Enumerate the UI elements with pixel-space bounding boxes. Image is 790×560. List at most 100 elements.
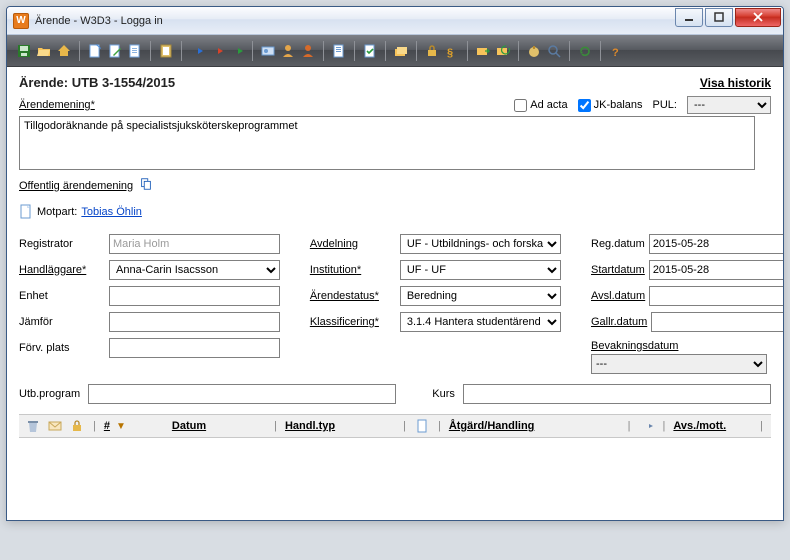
- list-icon[interactable]: [330, 42, 348, 60]
- arendemening-textarea[interactable]: Tillgodoräknande på specialistsjuksköter…: [19, 116, 755, 170]
- show-history-link[interactable]: Visa historik: [700, 76, 771, 90]
- doc-small-icon: [414, 418, 430, 434]
- window-title: Ärende - W3D3 - Logga in: [35, 15, 673, 27]
- kurs-label: Kurs: [432, 388, 455, 400]
- toolbar-sep: [354, 41, 355, 61]
- utbprogram-input[interactable]: [88, 384, 396, 404]
- ad-acta-input[interactable]: [514, 99, 527, 112]
- title-bar: W Ärende - W3D3 - Logga in: [7, 7, 783, 35]
- folders-icon[interactable]: [392, 42, 410, 60]
- toolbar-sep: [323, 41, 324, 61]
- startdatum-label: Startdatum: [591, 264, 645, 276]
- toolbar-sep: [518, 41, 519, 61]
- clipboard-icon[interactable]: [157, 42, 175, 60]
- jk-balans-input[interactable]: [578, 99, 591, 112]
- arrow-right-red-icon[interactable]: [208, 42, 226, 60]
- house-icon[interactable]: [55, 42, 73, 60]
- col-avsmott[interactable]: Avs./mott.: [673, 420, 726, 432]
- toolbar-sep: [600, 41, 601, 61]
- enhet-label: Enhet: [19, 290, 105, 302]
- maximize-button[interactable]: [705, 8, 733, 27]
- col-handltyp[interactable]: Handl.typ: [285, 420, 335, 432]
- sort-arrow-icon: ▼: [116, 421, 126, 432]
- pul-select[interactable]: ---: [687, 96, 771, 114]
- column-mid: Avdelning UF - Utbildnings- och forska In…: [310, 234, 561, 374]
- paragraph-icon[interactable]: §: [443, 42, 461, 60]
- user-card-icon[interactable]: [259, 42, 277, 60]
- lock-small-icon[interactable]: [69, 418, 85, 434]
- col-hash[interactable]: #: [104, 420, 110, 432]
- save-icon[interactable]: [15, 42, 33, 60]
- toolbar-sep: [150, 41, 151, 61]
- jk-balans-checkbox[interactable]: JK-balans: [578, 99, 643, 112]
- folder-open-icon[interactable]: [35, 42, 53, 60]
- handlaggare-label: Handläggare: [19, 264, 105, 276]
- lock-icon[interactable]: [423, 42, 441, 60]
- arendestatus-select[interactable]: Beredning: [400, 286, 561, 306]
- klassificering-label: Klassificering: [310, 316, 396, 328]
- app-icon: W: [13, 13, 29, 29]
- regdatum-label: Reg.datum: [591, 238, 645, 250]
- startdatum-input[interactable]: [649, 260, 784, 280]
- enhet-input[interactable]: [109, 286, 280, 306]
- envelope-icon[interactable]: [47, 418, 63, 434]
- folder-refresh-icon[interactable]: [494, 42, 512, 60]
- handlaggare-select[interactable]: Anna-Carin Isacsson: [109, 260, 280, 280]
- refresh-icon[interactable]: [576, 42, 594, 60]
- klassificering-select[interactable]: 3.1.4 Hantera studentärend: [400, 312, 561, 332]
- arrow-right-blue-icon[interactable]: [188, 42, 206, 60]
- offentlig-link[interactable]: Offentlig ärendemening: [19, 180, 133, 192]
- toolbar-sep: [467, 41, 468, 61]
- column-right: Reg.datum Startdatum Avsl.datum Gallr.da…: [591, 234, 771, 374]
- arrow-right-green-icon[interactable]: [228, 42, 246, 60]
- content-area: Ärende: UTB 3-1554/2015 Visa historik Är…: [7, 67, 783, 520]
- doc-check-icon[interactable]: [361, 42, 379, 60]
- case-title: Ärende: UTB 3-1554/2015: [19, 75, 175, 90]
- kurs-input[interactable]: [463, 384, 771, 404]
- edit-doc-icon[interactable]: [106, 42, 124, 60]
- alarm-icon[interactable]: [525, 42, 543, 60]
- help-icon[interactable]: ?: [607, 42, 625, 60]
- ad-acta-checkbox[interactable]: Ad acta: [514, 99, 567, 112]
- institution-label: Institution: [310, 264, 396, 276]
- institution-select[interactable]: UF - UF: [400, 260, 561, 280]
- toolbar-sep: [79, 41, 80, 61]
- forvplats-label: Förv. plats: [19, 342, 105, 354]
- motpart-name-link[interactable]: Tobias Öhlin: [81, 206, 142, 218]
- table-header: | # ▼ Datum | Handl.typ | | Åtgärd/Handl…: [19, 414, 771, 438]
- toolbar-sep: [416, 41, 417, 61]
- column-left: Registrator Handläggare Anna-Carin Isacss…: [19, 234, 280, 374]
- folder-move-icon[interactable]: [474, 42, 492, 60]
- bevakning-label: Bevakningsdatum: [591, 340, 771, 352]
- forvplats-input[interactable]: [109, 338, 280, 358]
- bevakning-select[interactable]: ---: [591, 354, 767, 374]
- gallrdatum-label: Gallr.datum: [591, 316, 647, 328]
- avsldatum-input[interactable]: [649, 286, 784, 306]
- search-icon[interactable]: [545, 42, 563, 60]
- arendemening-label: Ärendemening: [19, 99, 95, 111]
- user-icon[interactable]: [279, 42, 297, 60]
- avdelning-label: Avdelning: [310, 238, 396, 250]
- arrow-tiny-icon: [639, 418, 655, 434]
- arendestatus-label: Ärendestatus: [310, 290, 396, 302]
- jamfor-input[interactable]: [109, 312, 280, 332]
- trash-icon[interactable]: [25, 418, 41, 434]
- col-datum[interactable]: Datum: [172, 420, 206, 432]
- doc-icon[interactable]: [126, 42, 144, 60]
- copy-icon[interactable]: [139, 177, 153, 194]
- svg-text:§: §: [447, 47, 453, 59]
- minimize-button[interactable]: [675, 8, 703, 27]
- col-atgard[interactable]: Åtgärd/Handling: [449, 420, 535, 432]
- close-button[interactable]: [735, 8, 781, 27]
- toolbar-sep: [569, 41, 570, 61]
- new-doc-icon[interactable]: [86, 42, 104, 60]
- registrator-label: Registrator: [19, 238, 105, 250]
- motpart-row: Motpart: Tobias Öhlin: [19, 204, 771, 220]
- avdelning-select[interactable]: UF - Utbildnings- och forska: [400, 234, 561, 254]
- page-icon: [19, 204, 33, 220]
- gallrdatum-input[interactable]: [651, 312, 784, 332]
- app-window: W Ärende - W3D3 - Logga in §: [6, 6, 784, 521]
- pul-label: PUL:: [653, 99, 677, 111]
- regdatum-input[interactable]: [649, 234, 784, 254]
- user-orange-icon[interactable]: [299, 42, 317, 60]
